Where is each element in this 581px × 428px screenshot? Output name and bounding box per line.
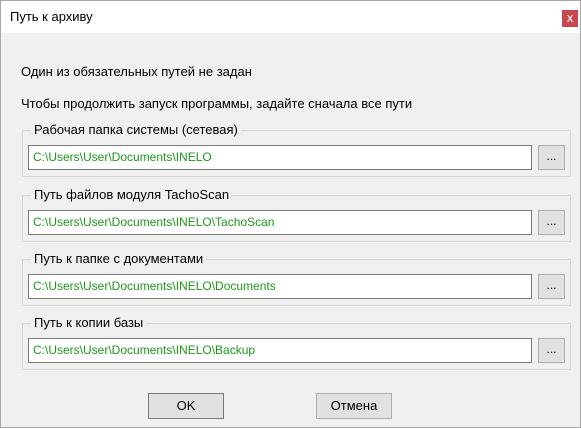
group-label: Путь к копии базы	[31, 315, 147, 331]
dialog-window: Путь к архиву x Один из обязательных пут…	[0, 0, 581, 428]
backup-path-input[interactable]: C:\Users\User\Documents\INELO\Backup	[28, 338, 532, 363]
group-label: Путь к папке с документами	[31, 251, 207, 267]
group-backup-path: Путь к копии базы C:\Users\User\Document…	[22, 315, 571, 370]
window-title: Путь к архиву	[10, 9, 93, 24]
group-tachoscan-path: Путь файлов модуля TachoScan C:\Users\Us…	[22, 187, 571, 242]
tachoscan-path-input[interactable]: C:\Users\User\Documents\INELO\TachoScan	[28, 210, 532, 235]
missing-path-message: Один из обязательных путей не задан	[21, 64, 252, 79]
group-label: Рабочая папка системы (сетевая)	[31, 122, 241, 138]
browse-documents-button[interactable]: ...	[538, 274, 565, 299]
system-folder-path-input[interactable]: C:\Users\User\Documents\INELO	[28, 145, 532, 170]
instruction-message: Чтобы продолжить запуск программы, задай…	[21, 96, 413, 111]
cancel-button[interactable]: Отмена	[316, 393, 392, 419]
browse-tachoscan-button[interactable]: ...	[538, 210, 565, 235]
group-system-folder: Рабочая папка системы (сетевая) C:\Users…	[22, 122, 571, 177]
title-bar[interactable]: Путь к архиву x	[1, 1, 580, 33]
group-label: Путь файлов модуля TachoScan	[31, 187, 233, 203]
close-button[interactable]: x	[562, 10, 578, 27]
ok-button[interactable]: OK	[148, 393, 224, 419]
documents-path-input[interactable]: C:\Users\User\Documents\INELO\Documents	[28, 274, 532, 299]
group-documents-path: Путь к папке с документами C:\Users\User…	[22, 251, 571, 306]
browse-system-folder-button[interactable]: ...	[538, 145, 565, 170]
close-icon: x	[566, 11, 574, 25]
browse-backup-button[interactable]: ...	[538, 338, 565, 363]
